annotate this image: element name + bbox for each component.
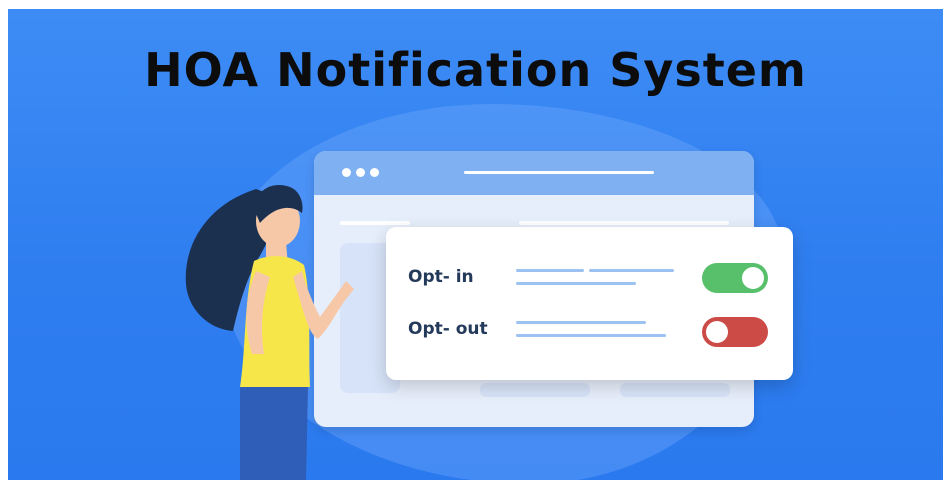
illustration-canvas: HOA Notification System Opt- in Opt- out: [8, 9, 943, 480]
pants: [240, 387, 308, 480]
woman-figure: [185, 185, 354, 480]
